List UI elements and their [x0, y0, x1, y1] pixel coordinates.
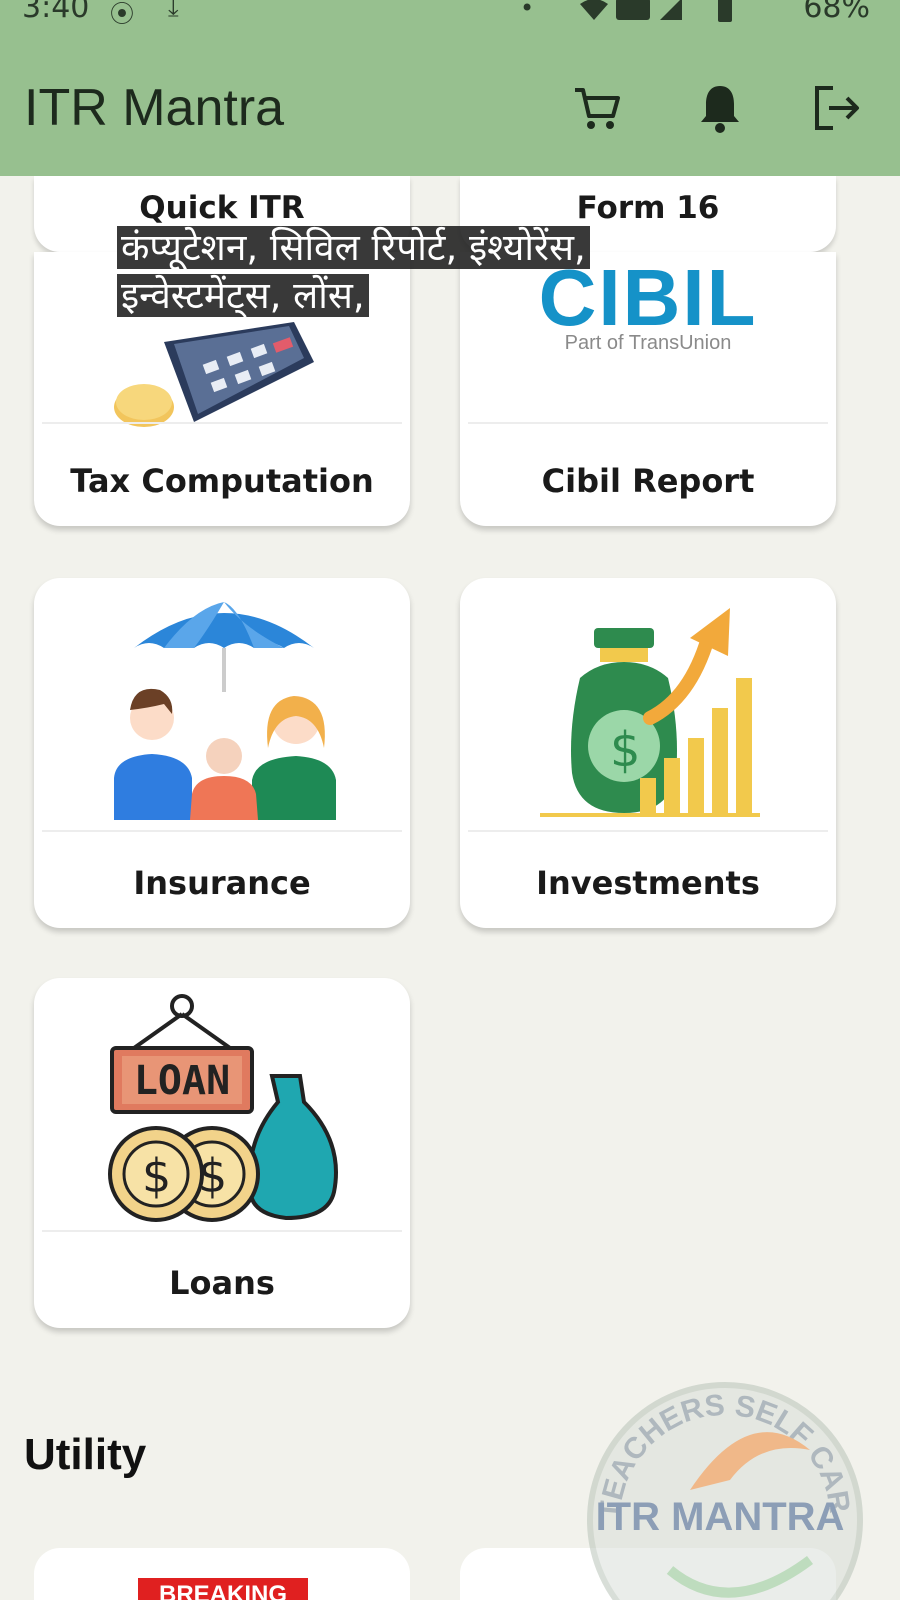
status-bar: 3:40 ⦿ ⤓ • 68% — [0, 0, 900, 40]
utility-card-news[interactable]: BREAKING — [34, 1548, 410, 1600]
cibil-report-label: Cibil Report — [541, 462, 755, 500]
app-title: ITR Mantra — [24, 79, 285, 137]
itr-mantra-watermark: TEACHERS SELF CARE ITR MANTRA — [580, 1370, 863, 1600]
download-icon: ⤓ — [168, 0, 179, 22]
investment-growth-icon: $ — [540, 608, 760, 817]
battery-icon — [718, 0, 732, 22]
card-divider — [42, 422, 402, 424]
card-divider — [468, 422, 828, 424]
loans-card[interactable]: LOAN $ $ Loans — [34, 978, 410, 1328]
insurance-card[interactable]: Insurance — [34, 578, 410, 928]
svg-text:$: $ — [610, 722, 641, 778]
investments-label: Investments — [536, 864, 760, 902]
notifications-button[interactable] — [688, 76, 752, 140]
cibil-logo-subtitle: Part of TransUnion — [564, 332, 732, 354]
dot-icon: • — [520, 0, 535, 22]
section-title-utility: Utility — [24, 1430, 147, 1479]
app-bar: ITR Mantra — [0, 40, 900, 176]
cart-icon — [575, 88, 620, 129]
svg-text:$: $ — [142, 1149, 171, 1203]
watermark-text: ITR MANTRA — [596, 1495, 845, 1539]
logout-icon — [815, 86, 859, 130]
card-divider — [42, 830, 402, 832]
battery-level: 68% — [803, 0, 870, 25]
caption-line-1: कंप्यूटेशन, सिविल रिपोर्ट, इंश्योरेंस, — [117, 226, 590, 269]
card-divider — [468, 830, 828, 832]
family-umbrella-icon — [114, 602, 336, 820]
status-time: 3:40 — [22, 0, 90, 25]
video-caption: कंप्यूटेशन, सिविल रिपोर्ट, इंश्योरेंस, इ… — [117, 224, 627, 320]
caption-line-2: इन्वेस्टमेंट्स, लोंस, — [117, 274, 369, 317]
card-divider — [42, 1230, 402, 1232]
bell-icon — [701, 86, 739, 133]
loans-label: Loans — [169, 1264, 275, 1302]
loan-sign-text: LOAN — [134, 1058, 230, 1104]
cart-button[interactable] — [565, 76, 629, 140]
quick-itr-label: Quick ITR — [139, 190, 305, 226]
form-16-label: Form 16 — [576, 190, 720, 226]
investments-card[interactable]: $ Investments — [460, 578, 836, 928]
tax-computation-label: Tax Computation — [70, 462, 374, 500]
insurance-label: Insurance — [133, 864, 311, 902]
signal-icons — [580, 0, 682, 20]
logout-button[interactable] — [806, 76, 870, 140]
loan-icon: LOAN $ $ — [108, 994, 338, 1222]
record-icon: ⦿ — [110, 0, 134, 28]
breaking-news-badge: BREAKING — [138, 1578, 308, 1600]
